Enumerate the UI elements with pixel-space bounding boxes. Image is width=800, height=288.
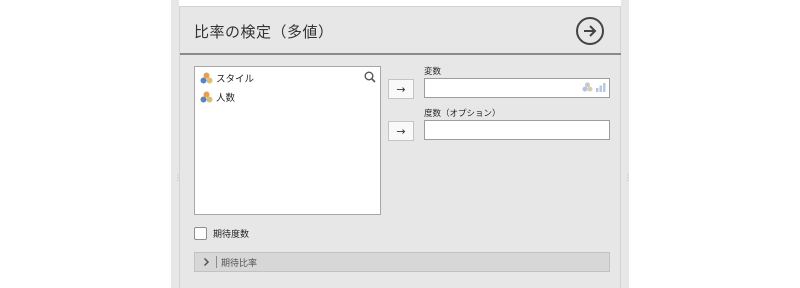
move-to-variable-button[interactable]: → xyxy=(388,79,414,99)
variable-name: スタイル xyxy=(216,74,255,85)
nominal-variable-icon xyxy=(582,82,593,92)
header-divider xyxy=(180,53,622,55)
variable-target-field[interactable] xyxy=(424,78,610,98)
drag-handle-icon[interactable]: ⋮ xyxy=(174,174,182,186)
nominal-variable-icon xyxy=(200,91,213,103)
arrow-right-icon: → xyxy=(396,124,406,138)
count-target-field[interactable] xyxy=(424,120,610,140)
right-resize-gutter[interactable]: ⋮ xyxy=(621,0,632,288)
arrow-circle-right-icon xyxy=(584,25,597,37)
bar-chart-icon xyxy=(596,83,606,92)
field-type-icons xyxy=(582,82,606,92)
page-title: 比率の検定（多値） xyxy=(194,23,334,41)
drag-handle-icon[interactable]: ⋮ xyxy=(624,174,632,186)
analysis-options-panel: 比率の検定（多値） スタイル 人数 → → 変数 度数（オプション） 期待度数 … xyxy=(179,6,622,288)
list-item[interactable]: スタイル xyxy=(200,71,254,85)
search-icon[interactable] xyxy=(364,71,376,83)
left-resize-gutter[interactable]: ⋮ xyxy=(171,0,182,288)
divider xyxy=(216,256,217,268)
nominal-variable-icon xyxy=(200,72,213,84)
expected-counts-checkbox[interactable] xyxy=(194,227,207,240)
variable-field-label: 変数 xyxy=(424,67,442,77)
run-analysis-button[interactable] xyxy=(576,17,604,45)
expected-proportions-section[interactable]: 期待比率 xyxy=(194,252,610,272)
expected-counts-label: 期待度数 xyxy=(213,230,250,240)
move-to-count-button[interactable]: → xyxy=(388,121,414,141)
section-label: 期待比率 xyxy=(221,259,258,269)
variable-list[interactable]: スタイル 人数 xyxy=(194,66,381,215)
chevron-right-icon xyxy=(203,257,210,267)
list-item[interactable]: 人数 xyxy=(200,90,235,104)
count-field-label: 度数（オプション） xyxy=(424,109,501,119)
variable-name: 人数 xyxy=(216,93,236,104)
arrow-right-icon: → xyxy=(396,82,406,96)
